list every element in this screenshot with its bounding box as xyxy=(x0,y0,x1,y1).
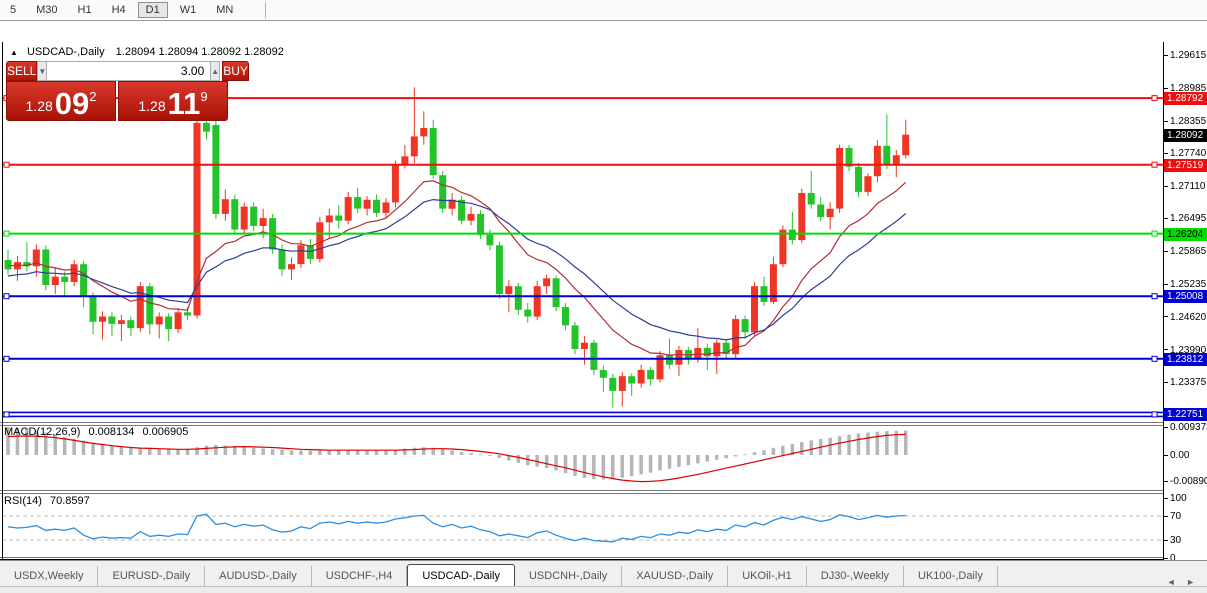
hline-price-tag: 1.27519 xyxy=(1164,159,1207,172)
hline-price-tag: 1.28792 xyxy=(1164,92,1207,105)
price-tick: 1.28355 xyxy=(1164,116,1206,127)
price-tick: 1.26495 xyxy=(1164,213,1206,224)
one-click-trading-widget: SELL ▼ ▲ BUY 1.28 09 2 1.28 11 9 xyxy=(6,61,228,121)
rsi-pane[interactable] xyxy=(2,494,1163,557)
volume-input[interactable] xyxy=(47,61,210,81)
sell-price-prefix: 1.28 xyxy=(26,98,53,114)
volume-decrease-button[interactable]: ▼ xyxy=(37,61,47,81)
price-tick: 1.27110 xyxy=(1164,181,1205,192)
timeframe-button-MN[interactable]: MN xyxy=(208,2,241,18)
macd-scale-label: 0.00 xyxy=(1164,450,1189,461)
price-axis[interactable]: 1.296151.289851.283551.277401.271101.264… xyxy=(1163,42,1207,580)
hline-price-tag: 1.25008 xyxy=(1164,290,1207,303)
price-tick: 1.24620 xyxy=(1164,312,1206,323)
buy-price-button[interactable]: 1.28 11 9 xyxy=(118,81,228,121)
tab-uk100-daily[interactable]: UK100-,Daily xyxy=(904,566,998,587)
chart-ohlc-values: 1.28094 1.28094 1.28092 1.28092 xyxy=(116,46,284,58)
trading-platform-window: 5M30 H1H4D1W1MN ▲ USDCAD-,Daily 1.28094 1… xyxy=(0,0,1207,593)
chart-plot-area[interactable]: ▲ USDCAD-,Daily 1.28094 1.28094 1.28092 … xyxy=(0,21,1207,560)
price-tick: 1.29615 xyxy=(1164,50,1206,61)
macd-indicator-label: MACD(12,26,9) 0.008134 0.006905 xyxy=(4,426,188,438)
status-bar xyxy=(0,586,1207,593)
macd-scale-label: 0.009373 xyxy=(1164,422,1207,433)
collapse-triangle-icon[interactable]: ▲ xyxy=(10,48,18,57)
timeframe-button-5[interactable]: 5 xyxy=(2,2,24,18)
chart-title-bar: ▲ USDCAD-,Daily 1.28094 1.28094 1.28092 … xyxy=(10,46,284,58)
sell-price-big: 09 xyxy=(55,91,89,117)
chart-symbol-title: USDCAD-,Daily xyxy=(27,46,105,58)
timeframe-button-W1[interactable]: W1 xyxy=(172,2,205,18)
tab-usdx-weekly[interactable]: USDX,Weekly xyxy=(0,566,98,587)
hline-price-tag: 1.26204 xyxy=(1164,228,1207,241)
rsi-scale-label: 100 xyxy=(1164,493,1187,504)
rsi-value: 70.8597 xyxy=(50,495,90,507)
symbol-tab-bar: USDX,WeeklyEURUSD-,DailyAUDUSD-,DailyUSD… xyxy=(0,560,1207,587)
tab-xauusd-daily[interactable]: XAUUSD-,Daily xyxy=(622,566,728,587)
timeframe-button-M30[interactable]: M30 xyxy=(28,2,65,18)
buy-price-sup: 9 xyxy=(200,89,207,104)
hline-price-tag: 1.23812 xyxy=(1164,353,1207,366)
tab-ukoil-h1[interactable]: UKOil-,H1 xyxy=(728,566,807,587)
rsi-indicator-label: RSI(14) 70.8597 xyxy=(4,495,90,507)
tab-eurusd-daily[interactable]: EURUSD-,Daily xyxy=(98,566,205,587)
rsi-scale-label: 30 xyxy=(1164,535,1181,546)
timeframe-button-D1[interactable]: D1 xyxy=(138,2,168,18)
buy-price-prefix: 1.28 xyxy=(138,98,165,114)
tab-usdcad-daily[interactable]: USDCAD-,Daily xyxy=(407,564,515,588)
volume-increase-button[interactable]: ▲ xyxy=(210,61,220,81)
price-tick: 1.23375 xyxy=(1164,377,1206,388)
rsi-scale-label: 70 xyxy=(1164,511,1181,522)
timeframe-button-H1[interactable]: H1 xyxy=(70,2,100,18)
macd-value-main: 0.008134 xyxy=(88,426,134,438)
macd-value-signal: 0.006905 xyxy=(142,426,188,438)
buy-price-big: 11 xyxy=(168,91,201,117)
price-tick: 1.25235 xyxy=(1164,279,1206,290)
price-tick: 1.25865 xyxy=(1164,246,1206,257)
tab-usdchf-h4[interactable]: USDCHF-,H4 xyxy=(312,566,408,587)
timeframe-toolbar: 5M30 H1H4D1W1MN xyxy=(0,0,1207,21)
price-tick: 1.27740 xyxy=(1164,148,1206,159)
tab-dj30-weekly[interactable]: DJ30-,Weekly xyxy=(807,566,904,587)
sell-price-sup: 2 xyxy=(89,89,96,104)
sell-button[interactable]: SELL xyxy=(6,61,37,81)
hline-price-tag: 1.22751 xyxy=(1164,408,1207,421)
tab-usdcnh-daily[interactable]: USDCNH-,Daily xyxy=(515,566,622,587)
timeframe-button-H4[interactable]: H4 xyxy=(104,2,134,18)
macd-scale-label: -0.008903 xyxy=(1164,476,1207,487)
tab-audusd-daily[interactable]: AUDUSD-,Daily xyxy=(205,566,312,587)
buy-button[interactable]: BUY xyxy=(222,61,249,81)
sell-price-button[interactable]: 1.28 09 2 xyxy=(6,81,116,121)
current-price-tag: 1.28092 xyxy=(1164,129,1207,142)
